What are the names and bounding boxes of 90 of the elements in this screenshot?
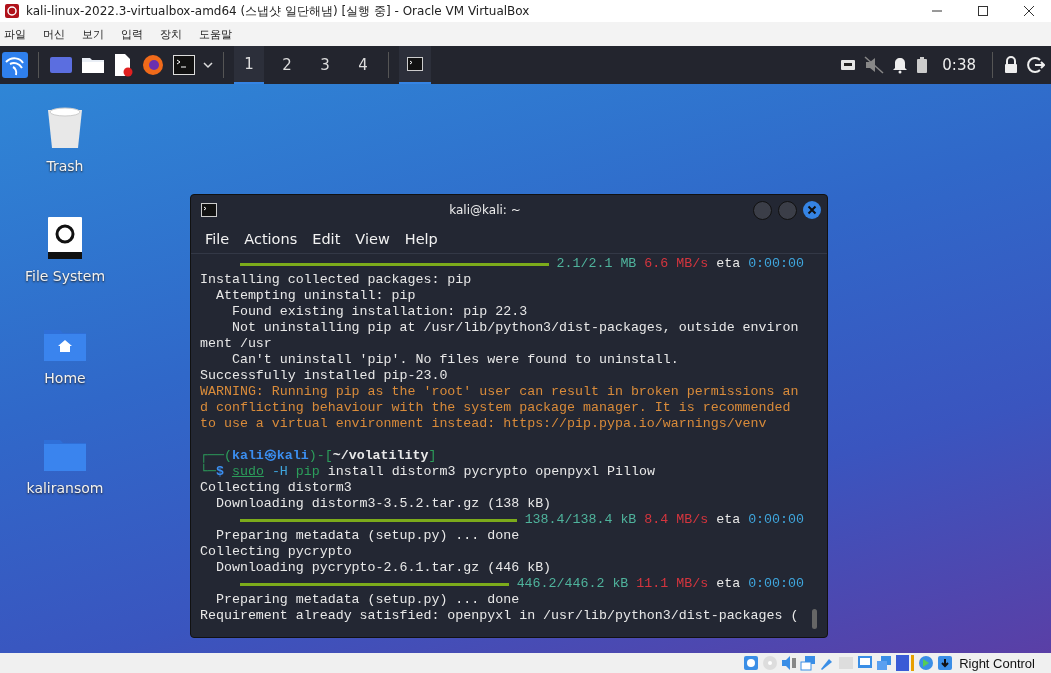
workspace-tab[interactable]: 1 — [234, 46, 264, 84]
close-icon[interactable] — [803, 201, 821, 219]
output-line: Downloading pycrypto-2.6.1.tar.gz (446 kB) — [214, 560, 552, 576]
output-line: Collecting pycrypto — [200, 544, 352, 560]
speed-text: 8.4 MB/s — [644, 512, 709, 528]
command-option-text: -H — [271, 464, 288, 480]
folder-icon[interactable] — [81, 55, 105, 75]
menu-item[interactable]: Edit — [312, 231, 341, 247]
display-icon[interactable] — [857, 655, 874, 671]
output-line: Installing collected packages: pip — [200, 272, 472, 288]
output-line: Collecting distorm3 — [200, 480, 352, 496]
menu-item[interactable]: Help — [404, 231, 438, 247]
prompt-path: ~/volatility — [332, 448, 429, 464]
output-line: Downloading distorm3-3.5.2.tar.gz (138 kB) — [214, 496, 552, 512]
terminal-icon[interactable] — [173, 55, 195, 75]
command-text: pip — [295, 464, 320, 480]
eta-label: eta — [716, 576, 741, 592]
speaker-icon[interactable] — [781, 655, 798, 671]
desktop-icon-label[interactable]: Trash — [46, 158, 84, 174]
app-icon — [4, 3, 20, 19]
scrollbar[interactable] — [812, 609, 817, 629]
size-text: 2.1/2.1 MB — [556, 256, 637, 272]
desktop-icon-label[interactable]: Home — [44, 370, 86, 386]
bell-icon[interactable] — [892, 56, 909, 74]
eta-text: 0:00:00 — [748, 512, 804, 528]
menu-item[interactable]: 보기 — [82, 26, 104, 42]
workspace-tab[interactable]: 3 — [310, 46, 340, 84]
terminal-icon — [201, 203, 217, 217]
drive-icon[interactable] — [47, 216, 83, 260]
menu-item[interactable]: Actions — [244, 231, 298, 247]
network-icon[interactable] — [840, 58, 857, 72]
terminal-task-button[interactable] — [399, 46, 431, 84]
output-line: Found existing installation: pip 22.3 — [230, 304, 528, 320]
prompt-bracket: ] — [428, 448, 437, 464]
trash-can-icon[interactable] — [45, 106, 85, 150]
menu-item[interactable]: 머신 — [43, 26, 65, 42]
output-line: Can't uninstall 'pip'. No files were found to uninstall. — [230, 352, 679, 368]
prompt-corner: └─ — [200, 464, 216, 480]
muted-speaker-icon[interactable] — [864, 56, 885, 74]
terminal-title: kali@kali: ~ — [448, 203, 522, 217]
download-icon[interactable] — [937, 655, 954, 671]
eta-label: eta — [716, 512, 741, 528]
menu-item[interactable]: View — [355, 231, 390, 247]
browser-icon[interactable] — [141, 53, 165, 77]
speed-text: 6.6 MB/s — [644, 256, 709, 272]
speed-text: 11.1 MB/s — [636, 576, 709, 592]
prompt-bracket: )-[ — [308, 448, 333, 464]
command-text: sudo — [231, 464, 264, 480]
warning-line: to use a virtual environment instead: https://pip.pypa.io/warnings/venv — [200, 416, 767, 432]
menu-item[interactable]: 장치 — [160, 26, 182, 42]
output-line: ment /usr — [200, 336, 272, 352]
caret-icon[interactable] — [203, 61, 213, 69]
output-line: Requirement already satisfied: openpyxl in /usr/lib/python3/dist-packages ( — [200, 608, 799, 624]
command-args: install distorm3 pycrypto openpyxl Pillow — [327, 464, 655, 480]
desktop-icon-label[interactable]: kaliransom — [26, 480, 104, 496]
output-line: Not uninstalling pip at /usr/lib/python3/dist-packages, outside environ — [230, 320, 799, 336]
menu-item[interactable]: File — [205, 231, 230, 247]
terminal-icon — [407, 57, 423, 71]
workspace-tab[interactable]: 2 — [272, 46, 302, 84]
workspace-tab[interactable]: 4 — [348, 46, 378, 84]
warning-line: WARNING: Running pip as the 'root' user can result in broken permissions an — [200, 384, 799, 400]
desktop-icon[interactable] — [49, 55, 73, 75]
warning-line: d conflicting behaviour with the system package manager. It is recommended — [200, 400, 791, 416]
document-icon[interactable] — [113, 53, 133, 77]
battery-icon[interactable] — [916, 56, 929, 74]
close-icon[interactable] — [1023, 5, 1035, 17]
output-line: Successfully installed pip-23.0 — [200, 368, 448, 384]
size-text: 138.4/138.4 kB — [524, 512, 637, 528]
prompt-bracket: ┌──( — [200, 448, 232, 464]
host-key-label: Right Control — [959, 655, 1035, 671]
prompt-user: kali㉿kali — [231, 448, 309, 464]
output-line: Preparing metadata (setup.py) ... done — [214, 528, 520, 544]
eta-label: eta — [716, 256, 741, 272]
windows-icon[interactable] — [876, 655, 893, 671]
menu-item[interactable]: 파일 — [4, 26, 26, 42]
output-line: Preparing metadata (setup.py) ... done — [214, 592, 520, 608]
lock-icon[interactable] — [1003, 56, 1019, 74]
cpu-icon[interactable] — [895, 654, 916, 672]
prompt-symbol: $ — [215, 464, 224, 480]
menu-item[interactable]: 도움말 — [199, 26, 232, 42]
desktop-icon-label[interactable]: File System — [24, 268, 106, 284]
size-text: 446.2/446.2 kB — [516, 576, 629, 592]
maximize-icon[interactable] — [977, 5, 989, 17]
eta-text: 0:00:00 — [748, 576, 804, 592]
output-line: Attempting uninstall: pip — [214, 288, 416, 304]
clock[interactable]: 0:38 — [942, 56, 976, 74]
logout-icon[interactable] — [1027, 56, 1045, 74]
eta-text: 0:00:00 — [748, 256, 804, 272]
window-title: kali-linux-2022.3-virtualbox-amd64 (스냅샷 일단해냄) [실행 중] - Oracle VM VirtualBox — [26, 2, 531, 20]
menu-item[interactable]: 입력 — [121, 26, 143, 42]
